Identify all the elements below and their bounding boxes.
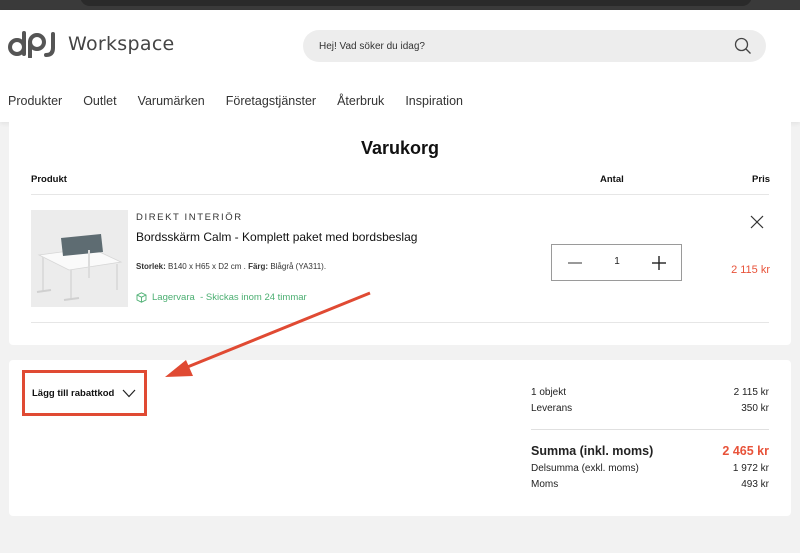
desk-screen-illustration: [31, 210, 128, 307]
box-icon: [136, 292, 147, 303]
search-input[interactable]: [319, 38, 719, 54]
vat-value: 493 kr: [741, 479, 769, 490]
site-header: Workspace Produkter Outlet Varumärken Fö…: [0, 10, 800, 122]
column-header-price: Pris: [752, 174, 770, 185]
line-item-price: 2 115 kr: [731, 264, 770, 276]
quantity-stepper: 1: [551, 244, 682, 281]
nav-item-inspiration[interactable]: Inspiration: [405, 94, 463, 108]
color-value: Blågrå (YA311).: [270, 262, 327, 271]
summary-items-row: 1 objekt 2 115 kr: [531, 387, 769, 398]
product-specs: Storlek: B140 x H65 x D2 cm . Färg: Blåg…: [136, 262, 327, 271]
total-label: Summa (inkl. moms): [531, 444, 654, 458]
product-image[interactable]: [31, 210, 128, 307]
site-logo[interactable]: Workspace: [8, 30, 175, 58]
main-nav: Produkter Outlet Varumärken Företagstjän…: [8, 94, 484, 108]
browser-url-pill: [80, 0, 752, 6]
product-brand: DIREKT INTERIÖR: [136, 212, 243, 223]
delivery-value: 350 kr: [741, 403, 769, 414]
total-value: 2 465 kr: [722, 444, 769, 458]
column-header-product: Produkt: [31, 174, 67, 185]
add-discount-code-button[interactable]: Lägg till rabattkod: [22, 370, 147, 416]
order-summary-panel: Lägg till rabattkod 1 objekt 2 115 kr Le…: [9, 360, 791, 516]
nav-item-outlet[interactable]: Outlet: [83, 94, 116, 108]
browser-top-bar: [0, 0, 800, 10]
size-value: B140 x H65 x D2 cm: [168, 262, 242, 271]
column-header-quantity: Antal: [600, 174, 624, 185]
delivery-label: Leverans: [531, 403, 573, 414]
search-icon[interactable]: [734, 37, 752, 55]
shipping-info: - Skickas inom 24 timmar: [200, 292, 307, 303]
minus-icon[interactable]: [568, 257, 582, 269]
plus-icon[interactable]: [652, 256, 666, 270]
summary-subtotal-row: Delsumma (exkl. moms) 1 972 kr: [531, 463, 769, 474]
summary-vat-row: Moms 493 kr: [531, 479, 769, 490]
quantity-value[interactable]: 1: [602, 256, 632, 267]
nav-item-produkter[interactable]: Produkter: [8, 94, 62, 108]
summary-delivery-row: Leverans 350 kr: [531, 403, 769, 414]
page-title: Varukorg: [360, 138, 440, 158]
summary-divider: [531, 429, 769, 430]
nav-item-varumarken[interactable]: Varumärken: [138, 94, 205, 108]
color-label: Färg:: [248, 262, 269, 271]
header-divider: [31, 194, 769, 195]
dpj-logo-mark: [8, 31, 55, 58]
items-count-label: 1 objekt: [531, 387, 567, 398]
nav-item-foretagstjanster[interactable]: Företagstjänster: [226, 94, 316, 108]
close-icon[interactable]: [750, 215, 764, 229]
summary-total-row: Summa (inkl. moms) 2 465 kr: [531, 444, 769, 458]
stock-status: Lagervara - Skickas inom 24 timmar: [136, 292, 307, 303]
logo-text: Workspace: [68, 33, 175, 55]
vat-label: Moms: [531, 479, 559, 490]
nav-item-aterbruk[interactable]: Återbruk: [337, 94, 384, 108]
cart-panel: Varukorg Produkt Antal Pris DIREKT INTER…: [9, 122, 791, 345]
subtotal-label: Delsumma (exkl. moms): [531, 463, 639, 474]
stock-label: Lagervara: [152, 292, 195, 303]
chevron-down-icon: [122, 389, 136, 397]
items-total-value: 2 115 kr: [733, 387, 769, 398]
subtotal-value: 1 972 kr: [732, 463, 769, 474]
discount-label: Lägg till rabattkod: [32, 387, 115, 399]
item-divider: [31, 322, 769, 323]
product-name[interactable]: Bordsskärm Calm - Komplett paket med bor…: [136, 230, 417, 244]
search-bar[interactable]: [303, 30, 766, 62]
size-label: Storlek:: [136, 262, 166, 271]
